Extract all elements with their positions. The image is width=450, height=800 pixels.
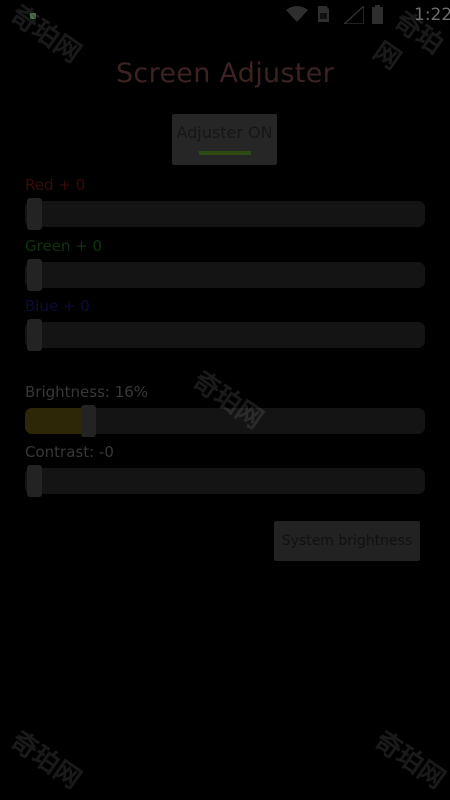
- red-slider-thumb[interactable]: [27, 198, 42, 230]
- contrast-slider-thumb[interactable]: [27, 465, 42, 497]
- signal-icon: [344, 6, 364, 24]
- sim-card-icon: [318, 6, 329, 22]
- blue-slider[interactable]: [25, 319, 425, 351]
- battery-icon: [372, 5, 383, 24]
- blue-slider-label: Blue + 0: [25, 297, 90, 315]
- contrast-slider[interactable]: [25, 465, 425, 497]
- watermark: 奇珀网: [5, 725, 87, 796]
- wifi-icon: [286, 6, 308, 22]
- brightness-slider-thumb[interactable]: [81, 405, 96, 437]
- adjuster-toggle-button[interactable]: Adjuster ON: [172, 114, 277, 165]
- red-slider[interactable]: [25, 198, 425, 230]
- system-brightness-button[interactable]: System brightness: [274, 521, 420, 561]
- green-slider-label: Green + 0: [25, 237, 103, 255]
- blue-slider-thumb[interactable]: [27, 319, 42, 351]
- brightness-slider-fill: [25, 408, 89, 434]
- contrast-slider-label: Contrast: -0: [25, 443, 114, 461]
- toggle-on-indicator: [199, 151, 251, 155]
- red-slider-label: Red + 0: [25, 176, 86, 194]
- green-slider-thumb[interactable]: [27, 259, 42, 291]
- brightness-slider-label: Brightness: 16%: [25, 383, 149, 401]
- watermark: 奇珀网: [369, 725, 450, 796]
- green-slider[interactable]: [25, 259, 425, 291]
- adjuster-toggle-label: Adjuster ON: [176, 123, 273, 142]
